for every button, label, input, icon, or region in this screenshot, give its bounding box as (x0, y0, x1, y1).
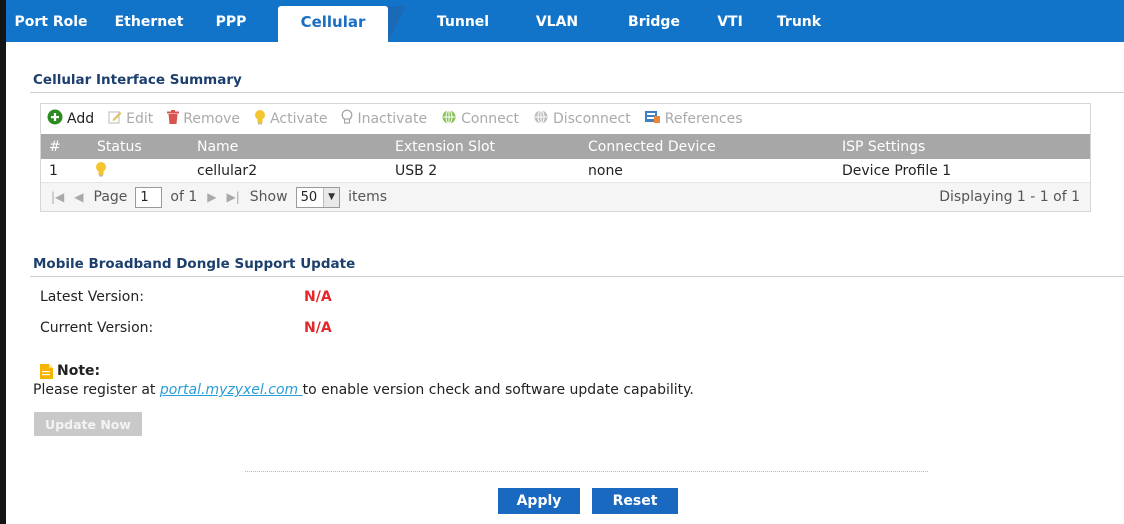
connect-globe-icon (441, 109, 457, 129)
inactivate-label: Inactivate (357, 111, 428, 127)
col-header-extension-slot[interactable]: Extension Slot (395, 139, 588, 155)
note-icon (40, 363, 53, 379)
displaying-count: Displaying 1 - 1 of 1 (939, 189, 1080, 205)
lightbulb-on-icon (95, 161, 107, 181)
activate-button[interactable]: Activate (254, 109, 327, 129)
tab-vti[interactable]: VTI (706, 0, 754, 42)
grid-toolbar: Add Edit Remove Activate Inactivate Conn… (41, 104, 1090, 134)
items-label: items (348, 189, 388, 205)
col-header-index[interactable]: # (41, 139, 93, 155)
show-label: Show (249, 189, 288, 205)
note-text-before: Please register at (33, 382, 160, 398)
tab-cellular[interactable]: Cellular (278, 6, 388, 42)
tab-tunnel[interactable]: Tunnel (414, 0, 512, 42)
references-button[interactable]: References (644, 110, 743, 128)
cell-status (93, 161, 197, 181)
summary-section-title: Cellular Interface Summary (33, 72, 242, 88)
references-icon (644, 110, 661, 128)
dongle-section-divider (30, 276, 1124, 277)
table-row[interactable]: 1 cellular2 USB 2 none Device Profile 1 (41, 159, 1090, 183)
tab-port-role[interactable]: Port Role (6, 0, 96, 42)
col-header-status[interactable]: Status (93, 139, 197, 155)
add-label: Add (67, 111, 95, 127)
remove-button[interactable]: Remove (167, 110, 240, 128)
last-page-icon[interactable]: ▶| (227, 190, 240, 204)
connect-label: Connect (461, 111, 519, 127)
references-label: References (664, 111, 743, 127)
tab-trunk[interactable]: Trunk (754, 0, 844, 42)
cell-isp-settings: Device Profile 1 (842, 162, 952, 179)
cell-extension-slot: USB 2 (395, 162, 438, 179)
page-size-select[interactable]: 50 ▼ (295, 186, 341, 208)
cell-connected-device: none (588, 162, 623, 179)
remove-label: Remove (183, 111, 241, 127)
first-page-icon[interactable]: |◀ (51, 190, 64, 204)
page-number-input[interactable] (135, 186, 163, 208)
col-header-connected-device[interactable]: Connected Device (588, 139, 842, 155)
page-of-label: of 1 (170, 189, 198, 205)
connect-button[interactable]: Connect (441, 109, 519, 129)
lightbulb-icon (254, 109, 266, 129)
apply-button[interactable]: Apply (498, 488, 580, 514)
next-page-icon[interactable]: ▶ (207, 190, 216, 204)
grid-header: # Status Name Extension Slot Connected D… (41, 134, 1090, 159)
tab-vlan[interactable]: VLAN (512, 0, 602, 42)
page-label: Page (93, 189, 128, 205)
cellular-interface-grid: Add Edit Remove Activate Inactivate Conn… (40, 103, 1091, 212)
prev-page-icon[interactable]: ◀ (74, 190, 83, 204)
edit-button[interactable]: Edit (108, 110, 153, 128)
note-heading: Note: (40, 363, 100, 379)
tab-notch (388, 0, 406, 42)
tab-ppp[interactable]: PPP (202, 0, 260, 42)
disconnect-globe-icon (533, 109, 549, 129)
edit-icon (108, 110, 122, 128)
activate-label: Activate (270, 111, 328, 127)
current-version-label: Current Version: (40, 320, 154, 336)
add-button[interactable]: Add (47, 109, 94, 129)
update-now-button[interactable]: Update Now (34, 412, 142, 436)
portal-link[interactable]: portal.myzyxel.com (160, 382, 303, 398)
note-text-after: to enable version check and software upd… (302, 382, 694, 398)
inactivate-button[interactable]: Inactivate (341, 109, 427, 129)
disconnect-label: Disconnect (552, 111, 631, 127)
disconnect-button[interactable]: Disconnect (533, 109, 631, 129)
note-text: Please register at portal.myzyxel.com to… (33, 382, 694, 398)
footer-divider (245, 471, 928, 472)
latest-version-value: N/A (304, 289, 332, 305)
left-border (0, 0, 6, 524)
col-header-name[interactable]: Name (197, 139, 395, 155)
tab-ethernet[interactable]: Ethernet (96, 0, 202, 42)
page-size-value: 50 (300, 189, 318, 205)
lightbulb-off-icon (341, 109, 353, 129)
latest-version-label: Latest Version: (40, 289, 144, 305)
trash-icon (167, 110, 180, 128)
note-title: Note: (57, 363, 101, 379)
summary-section-divider (30, 92, 1124, 93)
chevron-down-icon: ▼ (323, 187, 340, 207)
reset-button[interactable]: Reset (592, 488, 678, 514)
col-header-isp-settings[interactable]: ISP Settings (842, 139, 1082, 155)
add-icon (47, 109, 63, 129)
current-version-value: N/A (304, 320, 332, 336)
tab-bar: Port Role Ethernet PPP Cellular Tunnel V… (6, 0, 1124, 42)
cell-index: 1 (49, 162, 58, 179)
cell-name: cellular2 (197, 162, 258, 179)
grid-pager: |◀ ◀ Page of 1 ▶ ▶| Show 50 ▼ items Disp… (41, 183, 1090, 211)
tab-bridge[interactable]: Bridge (602, 0, 706, 42)
edit-label: Edit (126, 111, 154, 127)
dongle-section-title: Mobile Broadband Dongle Support Update (33, 256, 356, 272)
